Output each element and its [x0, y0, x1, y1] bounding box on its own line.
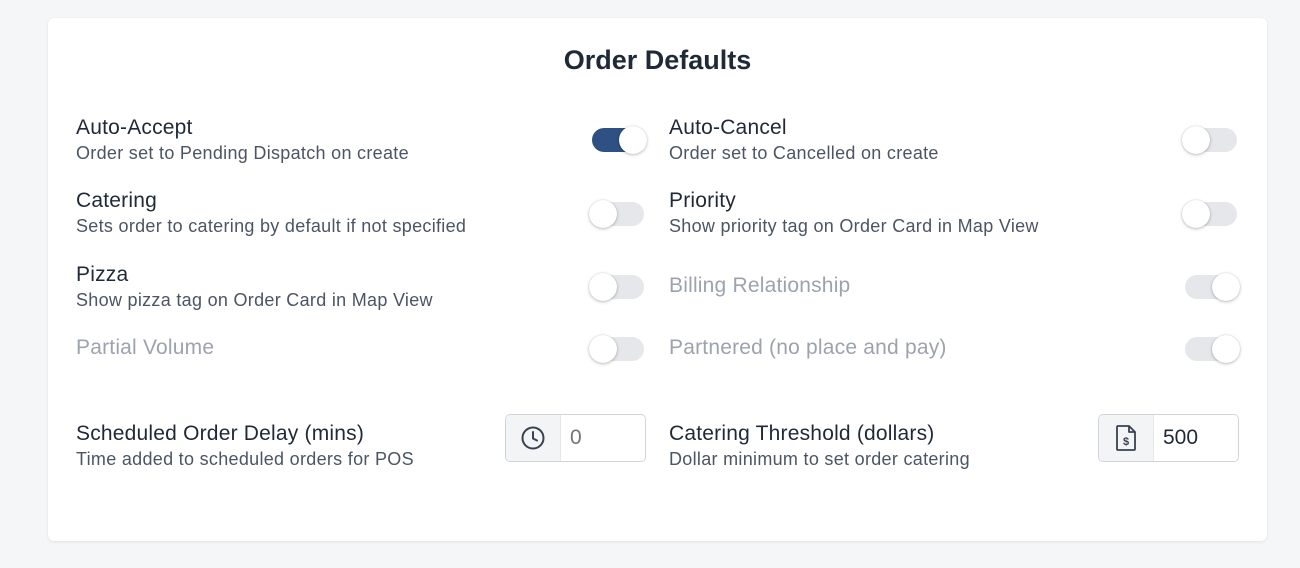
auto-cancel-description: Order set to Cancelled on create: [669, 143, 939, 163]
billing-relationship-toggle[interactable]: [1185, 273, 1240, 301]
catering-threshold-input[interactable]: [1155, 415, 1238, 461]
setting-catering: Catering Sets order to catering by defau…: [76, 188, 466, 237]
setting-priority: Priority Show priority tag on Order Card…: [669, 188, 1039, 237]
toggle-knob: [1182, 200, 1210, 228]
setting-partial-volume: Partial Volume: [76, 335, 214, 361]
toggle-knob: [589, 200, 617, 228]
scheduled-delay-label: Scheduled Order Delay (mins): [76, 422, 365, 445]
partnered-label: Partnered (no place and pay): [669, 336, 947, 359]
setting-auto-accept: Auto-Accept Order set to Pending Dispatc…: [76, 115, 409, 164]
setting-partnered: Partnered (no place and pay): [669, 335, 947, 361]
toggle-knob: [589, 273, 617, 301]
setting-catering-threshold: Catering Threshold (dollars) Dollar mini…: [669, 421, 970, 470]
auto-cancel-toggle[interactable]: [1182, 126, 1237, 154]
toggle-knob: [619, 126, 647, 154]
partnered-toggle[interactable]: [1185, 335, 1240, 363]
catering-toggle[interactable]: [589, 200, 644, 228]
pizza-description: Show pizza tag on Order Card in Map View: [76, 290, 433, 310]
pizza-toggle[interactable]: [589, 273, 644, 301]
auto-accept-toggle[interactable]: [592, 126, 647, 154]
partial-volume-label: Partial Volume: [76, 336, 215, 359]
toggle-knob: [1212, 335, 1240, 363]
priority-toggle[interactable]: [1182, 200, 1237, 228]
toggle-knob: [1212, 273, 1240, 301]
toggle-knob: [1182, 126, 1210, 154]
catering-description: Sets order to catering by default if not…: [76, 216, 467, 236]
pizza-label: Pizza: [76, 263, 129, 286]
card-title: Order Defaults: [563, 45, 752, 75]
setting-billing-relationship: Billing Relationship: [669, 273, 850, 299]
catering-label: Catering: [76, 189, 157, 212]
catering-threshold-label: Catering Threshold (dollars): [669, 422, 935, 445]
auto-accept-label: Auto-Accept: [76, 116, 193, 139]
priority-label: Priority: [669, 189, 736, 212]
svg-text:$: $: [1123, 436, 1129, 448]
auto-cancel-label: Auto-Cancel: [669, 116, 787, 139]
auto-accept-description: Order set to Pending Dispatch on create: [76, 143, 409, 163]
toggle-knob: [589, 335, 617, 363]
scheduled-delay-description: Time added to scheduled orders for POS: [76, 449, 414, 469]
setting-scheduled-order-delay: Scheduled Order Delay (mins) Time added …: [76, 421, 414, 470]
clock-icon: [506, 415, 561, 461]
catering-threshold-field: $: [1098, 414, 1239, 462]
setting-auto-cancel: Auto-Cancel Order set to Cancelled on cr…: [669, 115, 939, 164]
scheduled-delay-field: [505, 414, 646, 462]
order-defaults-card: Order Defaults Auto-Accept Order set to …: [48, 18, 1267, 541]
dollar-document-icon: $: [1099, 415, 1154, 461]
billing-relationship-label: Billing Relationship: [669, 274, 851, 297]
scheduled-delay-input[interactable]: [562, 415, 645, 461]
catering-threshold-description: Dollar minimum to set order catering: [669, 449, 970, 469]
priority-description: Show priority tag on Order Card in Map V…: [669, 216, 1039, 236]
setting-pizza: Pizza Show pizza tag on Order Card in Ma…: [76, 262, 433, 311]
partial-volume-toggle[interactable]: [589, 335, 644, 363]
